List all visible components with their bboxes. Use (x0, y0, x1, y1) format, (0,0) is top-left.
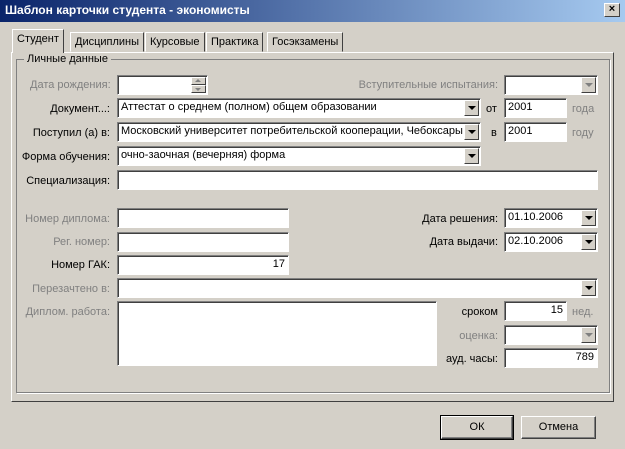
tab-label: Практика (211, 36, 259, 48)
grade-select[interactable] (504, 325, 598, 345)
close-button[interactable]: × (604, 3, 620, 17)
enrolled-select[interactable]: Московский университет потребительской к… (117, 122, 481, 142)
decision-date-value: 01.10.2006 (508, 211, 564, 223)
term-label: сроком (461, 306, 498, 318)
birth-date-field[interactable] (117, 75, 208, 95)
enrolled-in-label: в (491, 127, 497, 139)
reg-number-label: Рег. номер: (53, 236, 110, 248)
diploma-work-label: Диплом. работа: (25, 306, 110, 318)
term-field[interactable]: 15 (504, 301, 567, 321)
enrolled-value: Московский университет потребительской к… (121, 125, 463, 137)
date-spinner[interactable] (191, 77, 206, 93)
aud-hours-value: 789 (575, 351, 594, 363)
gak-number-label: Номер ГАК: (51, 259, 110, 271)
year-label: года (572, 103, 595, 115)
issue-date-value: 02.10.2006 (508, 235, 564, 247)
tab-label: Дисциплины (75, 36, 140, 48)
tab-label: Госэкзамены (272, 36, 339, 48)
close-icon: × (608, 3, 616, 15)
specialization-label: Специализация: (26, 175, 110, 187)
document-year-value: 2001 (508, 101, 533, 113)
document-select[interactable]: Аттестат о среднем (полном) общем образо… (117, 98, 481, 118)
group-title: Личные данные (24, 53, 111, 65)
credited-in-select[interactable] (117, 278, 598, 298)
issue-date-select[interactable]: 02.10.2006 (504, 232, 598, 252)
cancel-button[interactable]: Отмена (521, 416, 596, 439)
tab-coursework[interactable]: Курсовые (145, 32, 205, 52)
diploma-work-textarea[interactable] (117, 301, 437, 366)
title-bar: Шаблон карточки студента - экономисты × (0, 0, 625, 22)
chevron-down-icon[interactable] (464, 124, 479, 140)
enrolled-year-value: 2001 (508, 125, 533, 137)
tab-label: Курсовые (150, 36, 200, 48)
credited-in-label: Перезачтено в: (32, 283, 110, 295)
study-form-value: очно-заочная (вечерняя) форма (121, 149, 286, 161)
chevron-down-icon[interactable] (581, 327, 596, 343)
document-year-field[interactable]: 2001 (504, 98, 567, 118)
tab-disciplines[interactable]: Дисциплины (70, 32, 145, 52)
decision-date-label: Дата решения: (422, 213, 498, 225)
chevron-down-icon[interactable] (581, 77, 596, 93)
spin-down-icon[interactable] (191, 85, 206, 93)
study-form-select[interactable]: очно-заочная (вечерняя) форма (117, 146, 481, 166)
ok-button[interactable]: ОК (440, 415, 514, 440)
grade-label: оценка: (459, 330, 498, 342)
window-title: Шаблон карточки студента - экономисты (5, 3, 250, 17)
enrolled-label: Поступил (а) в: (32, 127, 110, 139)
reg-number-field[interactable] (117, 232, 289, 252)
aud-hours-field[interactable]: 789 (504, 348, 598, 368)
document-label: Документ...: (50, 103, 110, 115)
document-value: Аттестат о среднем (полном) общем образо… (121, 101, 377, 113)
tab-label: Студент (17, 33, 59, 45)
chevron-down-icon[interactable] (581, 280, 596, 296)
tab-practice[interactable]: Практика (206, 32, 264, 52)
chevron-down-icon[interactable] (581, 210, 596, 226)
specialization-field[interactable] (117, 170, 598, 190)
entrance-exams-label: Вступительные испытания: (358, 79, 498, 91)
diploma-number-label: Номер диплома: (25, 213, 110, 225)
weeks-label: нед. (572, 306, 594, 318)
aud-hours-label: ауд. часы: (446, 353, 498, 365)
gak-number-value: 17 (272, 258, 285, 270)
decision-date-select[interactable]: 01.10.2006 (504, 208, 598, 228)
year2-label: году (572, 127, 594, 139)
gak-number-field[interactable]: 17 (117, 255, 289, 275)
term-value: 15 (550, 304, 563, 316)
chevron-down-icon[interactable] (464, 148, 479, 164)
entrance-exams-select[interactable] (504, 75, 598, 95)
birth-date-label: Дата рождения: (30, 79, 111, 91)
diploma-number-field[interactable] (117, 208, 289, 228)
chevron-down-icon[interactable] (464, 100, 479, 116)
tab-state-exams[interactable]: Госэкзамены (267, 32, 344, 52)
enrolled-year-field[interactable]: 2001 (504, 122, 567, 142)
chevron-down-icon[interactable] (581, 234, 596, 250)
study-form-label: Форма обучения: (21, 151, 110, 163)
spin-up-icon[interactable] (191, 77, 206, 85)
document-from-label: от (486, 103, 497, 115)
issue-date-label: Дата выдачи: (429, 236, 498, 248)
tab-student[interactable]: Студент (12, 29, 64, 53)
